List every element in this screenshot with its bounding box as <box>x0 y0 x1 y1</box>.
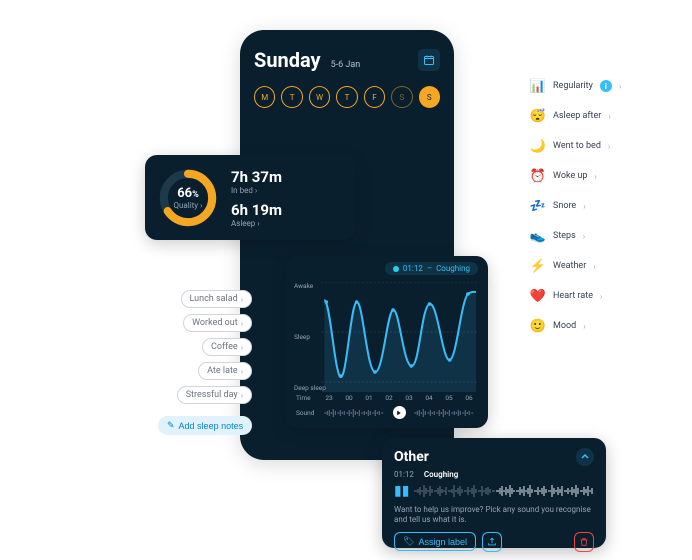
quality-card: 66% Quality› 7h 37m In bed› 6h 19m Aslee… <box>145 155 355 240</box>
other-actions: 🏷 Assign label <box>394 532 594 552</box>
note-chip[interactable]: Lunch salad› <box>181 290 253 308</box>
share-button[interactable] <box>482 532 502 552</box>
event-label: Coughing <box>436 264 470 273</box>
in-bed-value: 7h 37m <box>231 168 282 186</box>
mood-icon: 🙂 <box>530 318 546 334</box>
note-chip[interactable]: Stressful day› <box>177 386 252 404</box>
pause-icon[interactable]: ▮▮ <box>394 483 408 499</box>
add-sleep-notes-button[interactable]: ✎ Add sleep notes <box>158 416 252 435</box>
heart-rate-icon: ❤️ <box>530 288 546 304</box>
metric-heart-rate[interactable]: ❤️Heart rate› <box>530 288 621 304</box>
calendar-icon[interactable] <box>418 49 440 71</box>
metric-asleep-after[interactable]: 😴Asleep after› <box>530 108 621 124</box>
pencil-icon: ✎ <box>167 420 175 431</box>
chart-card: 01:12 – Coughing Awake Sleep Deep sleep … <box>286 256 488 428</box>
quality-label: Quality› <box>174 201 203 210</box>
other-time: 01:12 <box>394 470 414 479</box>
day-selector: M T W T F S S <box>254 86 440 108</box>
metric-snore[interactable]: 💤Snore› <box>530 198 621 214</box>
day-s2[interactable]: S <box>419 86 440 108</box>
metric-went-to-bed[interactable]: 🌙Went to bed› <box>530 138 621 154</box>
metric-steps[interactable]: 👟Steps› <box>530 228 621 244</box>
day-title: Sunday <box>254 48 321 72</box>
asleep-value: 6h 19m <box>231 201 282 219</box>
delete-button[interactable] <box>574 532 594 552</box>
day-t2[interactable]: T <box>336 86 357 108</box>
note-chip[interactable]: Coffee› <box>202 338 252 356</box>
quality-percent: 66% <box>177 186 199 201</box>
regularity-icon: 📊 <box>530 78 546 94</box>
metrics-list: 📊Regularityi› 😴Asleep after› 🌙Went to be… <box>530 78 621 334</box>
event-dot-icon <box>393 266 399 272</box>
day-t1[interactable]: T <box>281 86 302 108</box>
phone-header: Sunday 5-6 Jan <box>254 48 440 72</box>
assign-label-button[interactable]: 🏷 Assign label <box>394 532 476 551</box>
weather-icon: ⚡ <box>530 258 546 274</box>
sleep-chart[interactable]: Awake Sleep Deep sleep <box>296 282 478 392</box>
went-to-bed-icon: 🌙 <box>530 138 546 154</box>
sound-wave-left[interactable] <box>320 408 389 418</box>
day-f[interactable]: F <box>364 86 385 108</box>
quality-stats: 7h 37m In bed› 6h 19m Asleep› <box>231 168 282 228</box>
other-meta: 01:12 Coughing <box>394 470 594 479</box>
other-title: Other <box>394 449 429 465</box>
other-label: Coughing <box>424 470 458 479</box>
metric-weather[interactable]: ⚡Weather› <box>530 258 621 274</box>
asleep-stat[interactable]: 6h 19m Asleep› <box>231 201 282 228</box>
chart-x-labels: Time 23 00 01 02 03 04 05 06 <box>296 394 478 402</box>
metric-woke-up[interactable]: ⏰Woke up› <box>530 168 621 184</box>
collapse-button[interactable] <box>576 448 594 466</box>
day-w[interactable]: W <box>309 86 330 108</box>
day-s1[interactable]: S <box>391 86 412 108</box>
quality-ring[interactable]: 66% Quality› <box>159 169 217 227</box>
tag-icon: 🏷 <box>403 536 414 547</box>
other-audio-row: ▮▮ <box>394 483 594 499</box>
sound-wave-right[interactable] <box>410 408 479 418</box>
in-bed-label: In bed› <box>231 186 282 195</box>
day-m[interactable]: M <box>254 86 275 108</box>
snore-icon: 💤 <box>530 198 546 214</box>
event-pill[interactable]: 01:12 – Coughing <box>385 262 478 275</box>
date-range: 5-6 Jan <box>331 60 361 70</box>
sleep-notes: Lunch salad› Worked out› Coffee› Ate lat… <box>158 290 252 435</box>
note-chip[interactable]: Ate late› <box>198 362 252 380</box>
chart-y-labels: Awake Sleep Deep sleep <box>294 282 326 392</box>
asleep-after-icon: 😴 <box>530 108 546 124</box>
other-waveform[interactable] <box>414 483 594 499</box>
event-time: 01:12 <box>403 264 423 273</box>
steps-icon: 👟 <box>530 228 546 244</box>
other-card: Other 01:12 Coughing ▮▮ Want to help us … <box>382 438 606 548</box>
play-button[interactable] <box>393 406 406 419</box>
info-badge-icon: i <box>600 80 612 92</box>
other-help-text: Want to help us improve? Pick any sound … <box>394 505 594 526</box>
woke-up-icon: ⏰ <box>530 168 546 184</box>
metric-regularity[interactable]: 📊Regularityi› <box>530 78 621 94</box>
sound-row: Sound <box>296 406 478 419</box>
in-bed-stat[interactable]: 7h 37m In bed› <box>231 168 282 195</box>
metric-mood[interactable]: 🙂Mood› <box>530 318 621 334</box>
note-chip[interactable]: Worked out› <box>183 314 252 332</box>
asleep-label: Asleep› <box>231 219 282 228</box>
page-title: Sunday 5-6 Jan <box>254 48 360 72</box>
